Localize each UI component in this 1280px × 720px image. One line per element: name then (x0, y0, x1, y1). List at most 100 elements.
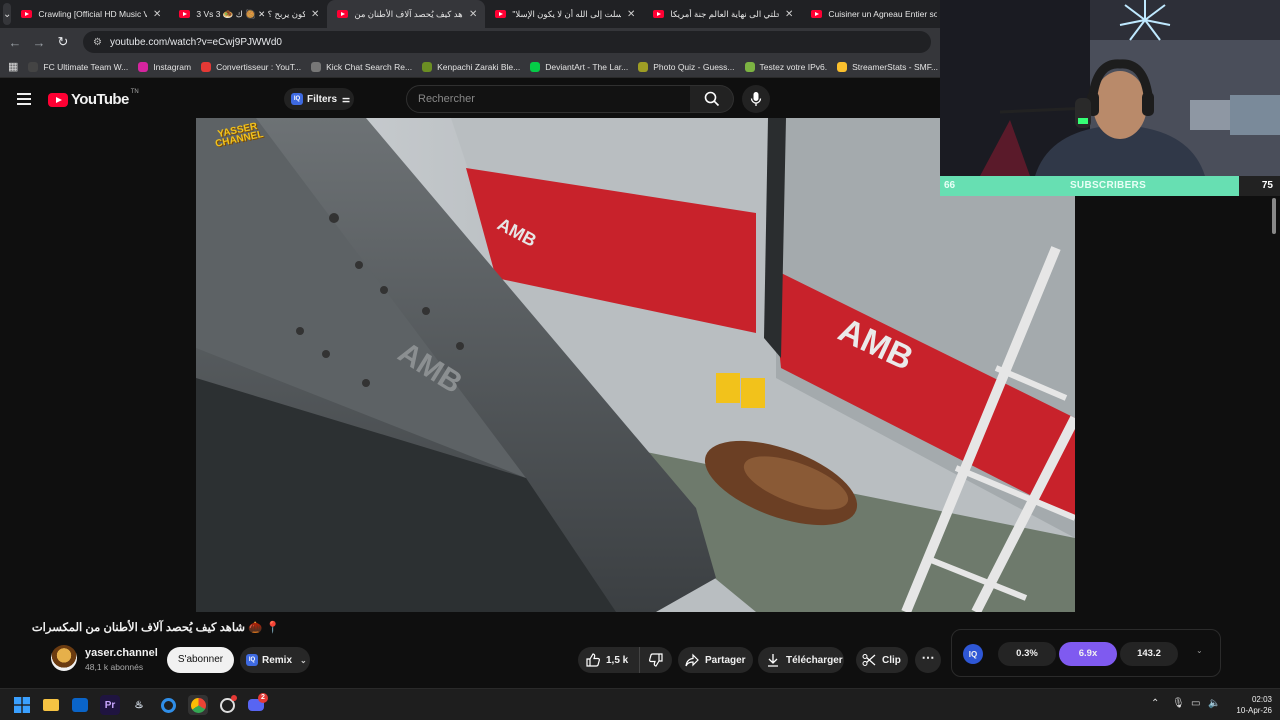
tab-search-chevron-icon[interactable]: ⌄ (3, 3, 12, 25)
iq-stats-panel: IQ 0.3% 6.9x 143.2 ⌄ (951, 629, 1221, 677)
browser-tab[interactable]: Cuisiner un Agneau Entier so✕ (801, 0, 959, 28)
volume-icon[interactable]: 🔈 (1208, 698, 1220, 709)
search-icon (704, 91, 719, 107)
outlook-icon[interactable] (70, 695, 90, 715)
red-icon (201, 61, 212, 72)
chevron-down-icon: ⌄ (300, 655, 307, 665)
browser-tab[interactable]: Crawling [Official HD Music Vid ✕ (11, 0, 169, 28)
clip-label: Clip (882, 654, 901, 666)
close-tab-icon[interactable]: ✕ (153, 9, 161, 20)
remix-label: Remix (262, 654, 293, 666)
more-actions-icon[interactable]: ⋯ (915, 647, 941, 673)
bookmark-list: FC Ultimate Team W... Instagram Convertiss… (18, 61, 983, 72)
windows-logo-icon (14, 697, 30, 713)
bookmark-item[interactable]: DeviantArt - The Lar... (530, 61, 628, 72)
tab-title: رحلتي الى نهاية العالم جنة أمريكا (670, 8, 779, 19)
bookmark-label: Instagram (153, 61, 192, 72)
filters-button[interactable]: IQ Filters ⚌ (284, 88, 354, 110)
voice-search-button[interactable] (742, 85, 770, 113)
bookmark-label: Kick Chat Search Re... (326, 61, 413, 72)
premiere-pro-icon[interactable]: Pr (100, 695, 120, 715)
tray-mic-icon[interactable]: 🎙 (1172, 698, 1185, 709)
download-button[interactable]: Télécharger (758, 647, 844, 673)
apps-grid-icon[interactable]: ▦ (8, 60, 18, 73)
fc-icon (28, 61, 39, 72)
chevron-down-icon[interactable]: ⌄ (1196, 646, 1203, 655)
thumbs-down-icon (649, 653, 663, 667)
edge-app-icon[interactable] (158, 695, 178, 715)
close-tab-icon[interactable]: ✕ (627, 9, 635, 20)
remix-button[interactable]: IQ Remix ⌄ (240, 647, 310, 673)
youtube-header: YouTube TN IQ Filters ⚌ Rechercher (0, 79, 940, 119)
page-scrollbar[interactable] (1272, 198, 1276, 234)
share-icon (685, 653, 699, 667)
share-button[interactable]: Partager (678, 647, 753, 673)
bookmark-item[interactable]: StreamerStats - SMF... (837, 61, 938, 72)
steam-icon[interactable]: ♨ (129, 695, 149, 715)
video-title: 📍 🌰 شاهد كيف يُحصد آلاف الأطنان من المكس… (31, 622, 280, 634)
discord-icon[interactable]: 2 (246, 693, 268, 715)
file-explorer-icon[interactable] (41, 695, 61, 715)
bookmark-item[interactable]: Instagram (138, 61, 192, 72)
stat-multiplier[interactable]: 6.9x (1059, 642, 1117, 666)
address-bar[interactable]: ⚙ youtube.com/watch?v=eCwj9PJWWd0 (83, 31, 931, 53)
bookmark-item[interactable]: Photo Quiz - Guess... (638, 61, 735, 72)
tab-list: Crawling [Official HD Music Vid ✕ 3 Vs 3 🧆… (11, 0, 959, 28)
browser-tab[interactable]: شاهد كيف يُحصد آلاف الأطنان من ✕ (327, 0, 486, 28)
kick-icon (311, 61, 322, 72)
back-arrow-icon[interactable]: ← (3, 35, 27, 50)
menu-hamburger-icon[interactable] (17, 93, 31, 105)
browser-tab[interactable]: "توسلت إلى الله أن لا يكون الإسلا ✕ (485, 0, 643, 28)
windows-start-icon[interactable] (12, 695, 32, 715)
subscriber-goal-bar: 66 SUBSCRIBERS 75 (940, 176, 1280, 196)
bookmark-item[interactable]: FC Ultimate Team W... (28, 61, 129, 72)
channel-subscriber-count: 48,1 k abonnés (85, 662, 144, 672)
close-tab-icon[interactable]: ✕ (469, 9, 477, 20)
webcam-image (940, 0, 1280, 176)
url-text[interactable]: youtube.com/watch?v=eCwj9PJWWd0 (110, 37, 282, 48)
bookmark-label: Photo Quiz - Guess... (653, 61, 735, 72)
chrome-icon[interactable] (188, 695, 208, 715)
sliders-icon: ⚌ (342, 93, 351, 104)
system-clock[interactable]: 02:03 10-Apr-26 (1226, 694, 1272, 716)
search-input[interactable]: Rechercher (406, 85, 691, 113)
youtube-logo[interactable]: YouTube TN (48, 89, 139, 108)
close-tab-icon[interactable]: ✕ (785, 9, 793, 20)
like-button[interactable]: 1,5 k (578, 647, 640, 673)
clip-button[interactable]: Clip (856, 647, 908, 673)
youtube-favicon-icon (495, 10, 507, 18)
stat-score[interactable]: 143.2 (1120, 642, 1178, 666)
bookmark-item[interactable]: Kenpachi Zaraki Ble... (422, 61, 520, 72)
youtube-favicon-icon (179, 10, 191, 18)
tray-chevron-up-icon[interactable]: ⌃ (1151, 698, 1159, 709)
browser-tab[interactable]: 3 Vs 3 🧆 شكون يربح ؟ ✕ 🥘 ك ✕ (169, 0, 327, 28)
bookmark-item[interactable]: Convertisseur : YouT... (201, 61, 302, 72)
download-label: Télécharger (786, 654, 843, 666)
channel-avatar[interactable] (51, 645, 77, 671)
iq-icon: IQ (291, 93, 303, 105)
clock-time: 02:03 (1251, 695, 1272, 704)
bookmark-item[interactable]: Testez votre IPv6. (744, 61, 828, 72)
discord-badge: 2 (258, 693, 268, 703)
channel-name[interactable]: yaser.channel (85, 647, 158, 659)
tab-title: Crawling [Official HD Music Vid (38, 9, 147, 19)
reload-icon[interactable]: ↻ (51, 34, 75, 50)
browser-tab[interactable]: رحلتي الى نهاية العالم جنة أمريكا ✕ (643, 0, 801, 28)
close-tab-icon[interactable]: ✕ (311, 9, 319, 20)
network-icon[interactable]: ▭ (1191, 698, 1200, 709)
site-info-icon[interactable]: ⚙ (93, 37, 102, 48)
dislike-button[interactable] (640, 653, 672, 667)
bookmark-label: FC Ultimate Team W... (43, 61, 129, 72)
clock-date: 10-Apr-26 (1236, 706, 1272, 715)
subscriber-label: SUBSCRIBERS (1069, 180, 1147, 191)
youtube-favicon-icon (337, 10, 349, 18)
bookmark-label: Convertisseur : YouT... (216, 61, 302, 72)
obs-icon[interactable] (217, 695, 237, 715)
subscribe-button[interactable]: S'abonner (167, 647, 234, 673)
forward-arrow-icon[interactable]: → (27, 35, 51, 50)
thumbs-up-icon (586, 653, 600, 667)
stat-ratio[interactable]: 0.3% (998, 642, 1056, 666)
bookmark-label: Testez votre IPv6. (759, 61, 828, 72)
search-button[interactable] (690, 85, 734, 113)
bookmark-item[interactable]: Kick Chat Search Re... (311, 61, 413, 72)
